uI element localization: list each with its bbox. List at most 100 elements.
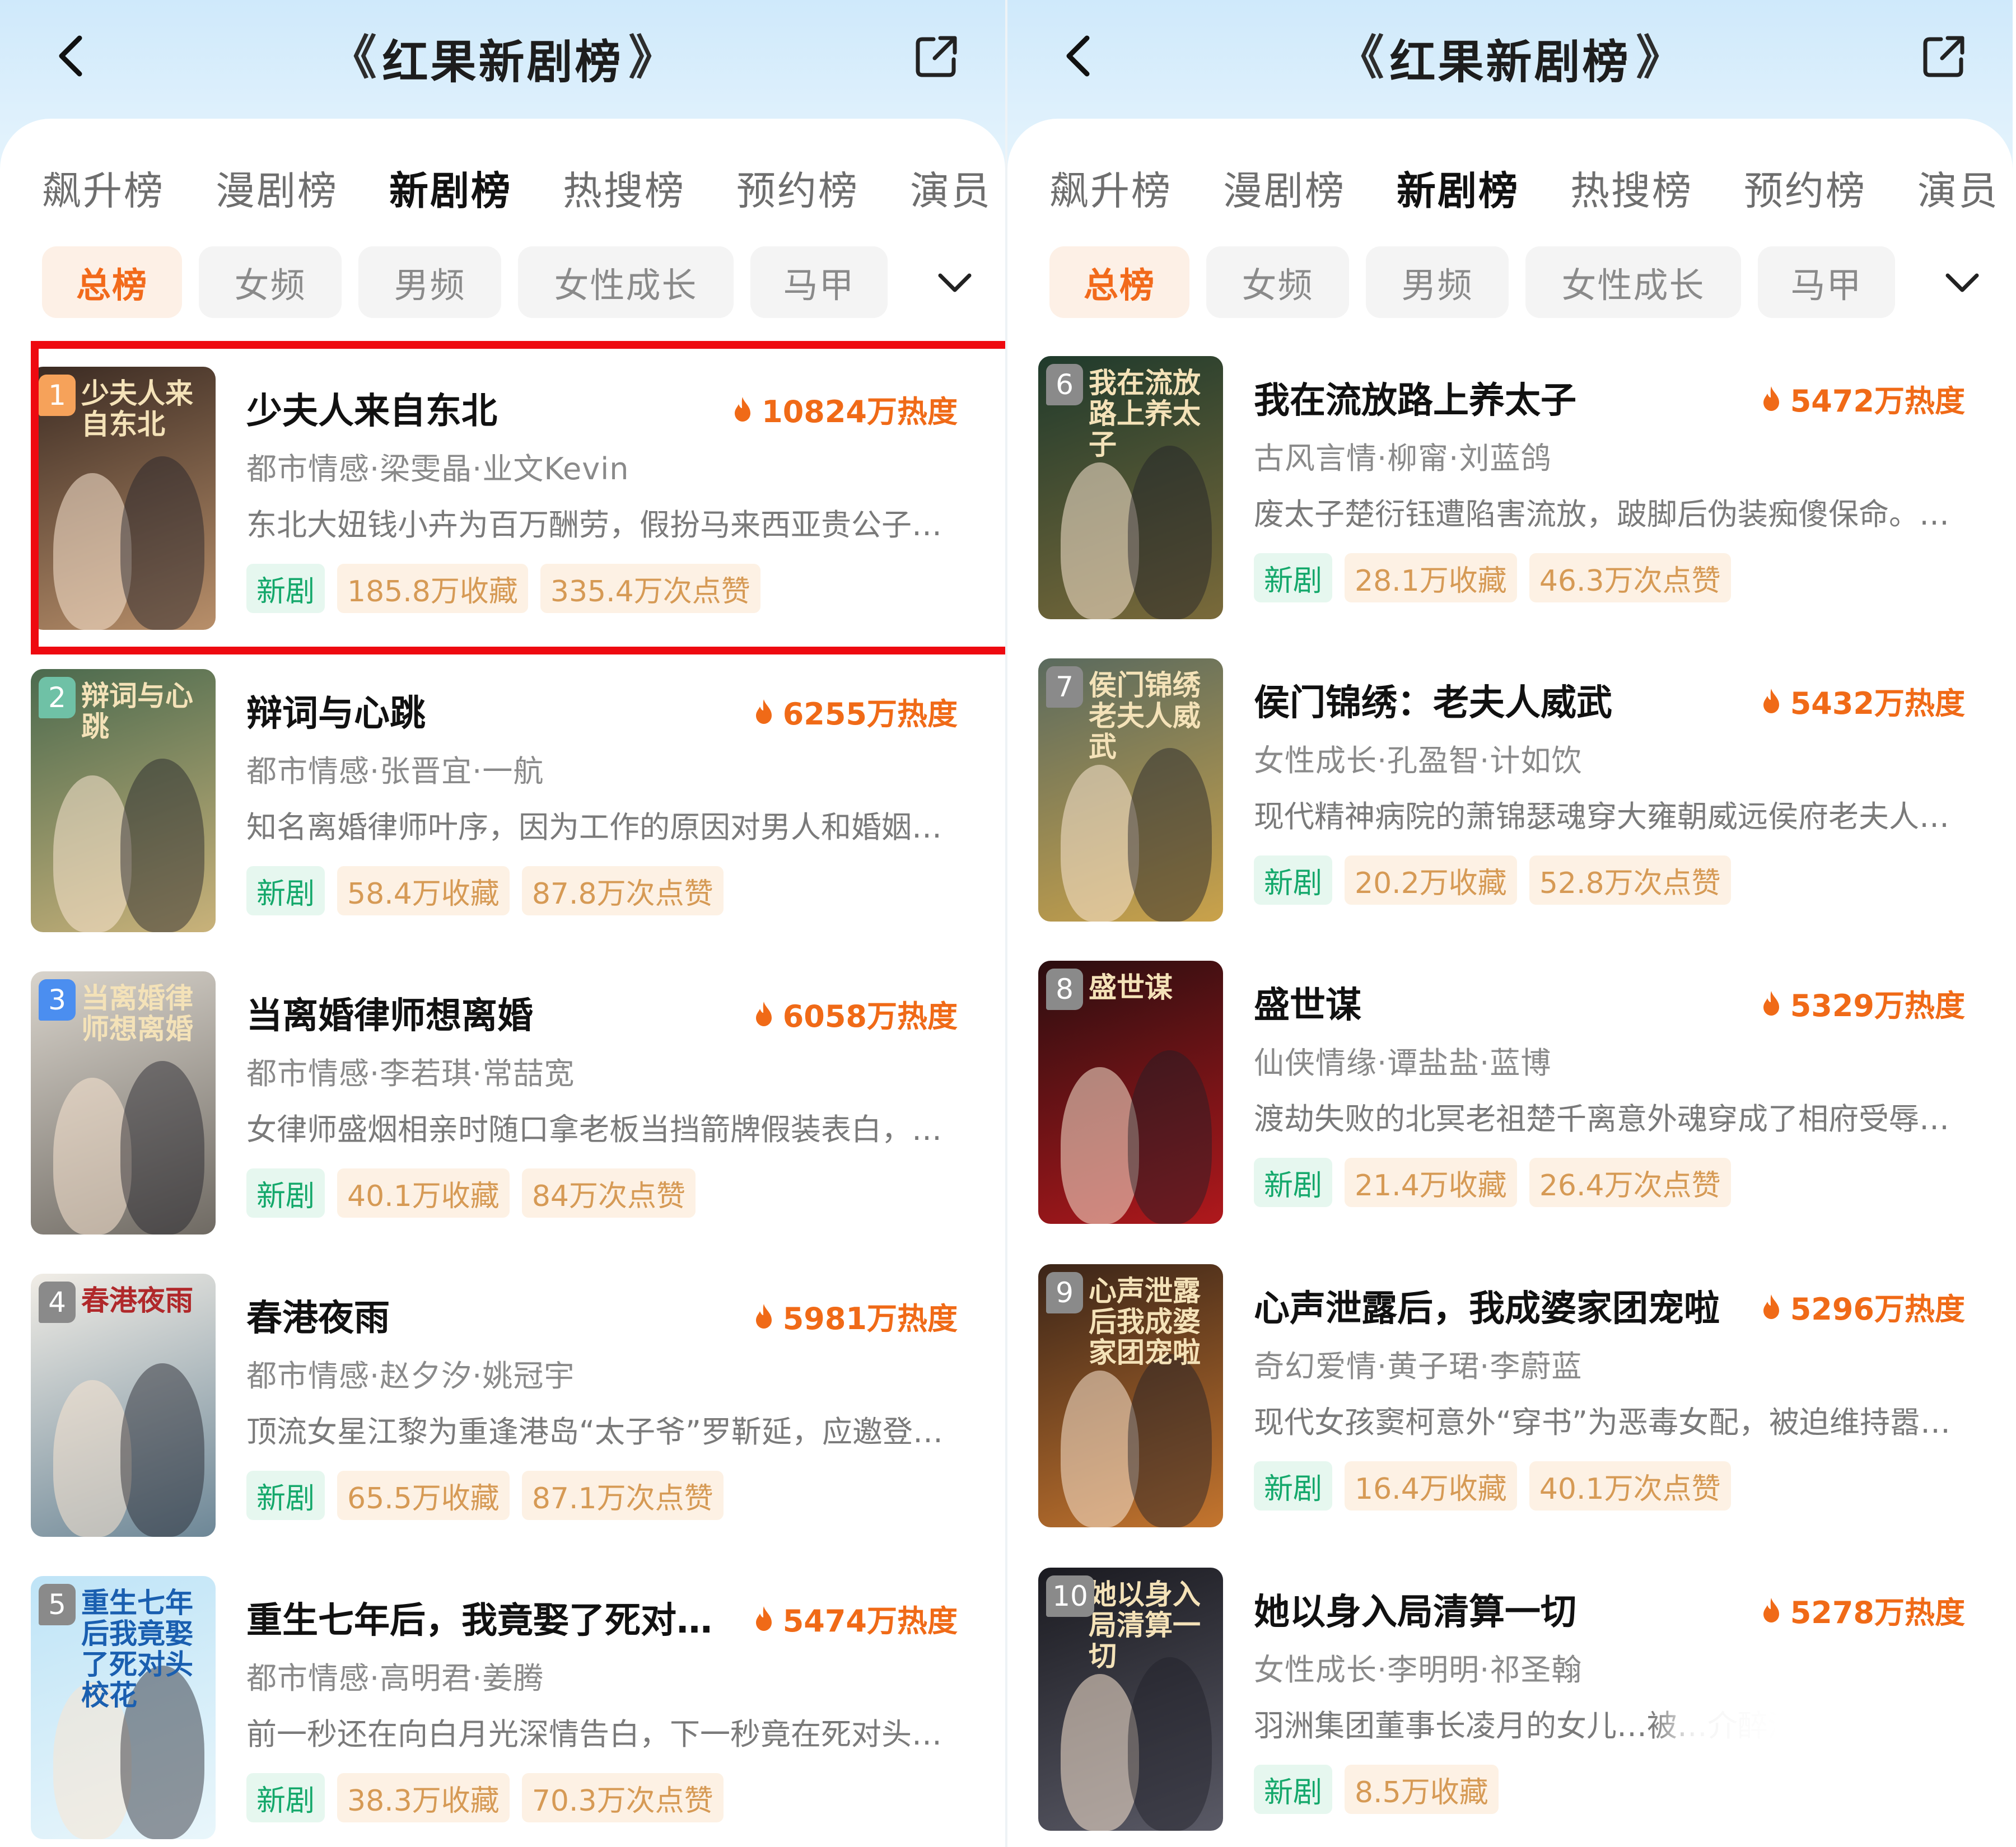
tab-2[interactable]: 漫剧榜	[216, 160, 338, 216]
drama-poster[interactable]: 她以身入局清算一切 10	[1038, 1568, 1223, 1831]
filter-chip-4[interactable]: 女性成长	[518, 246, 734, 318]
ranking-tabs: 飙升榜 漫剧榜 新剧榜 热搜榜 预约榜 演员	[1007, 148, 2013, 221]
drama-tags: 新剧 16.4万收藏 40.1万次点赞	[1254, 1461, 1743, 1511]
tab-2[interactable]: 漫剧榜	[1223, 160, 1346, 216]
synopsis: 东北大妞钱小卉为百万酬劳，假扮马来西亚贵公子…	[246, 507, 942, 543]
rank-badge: 1	[39, 375, 76, 416]
share-button[interactable]	[912, 32, 960, 81]
drama-card[interactable]: 侯门锦绣老夫人威武 7 侯门锦绣：老夫人威武 5432万热度 女性成长·孔盈智·计如饮现…	[1007, 658, 2013, 922]
drama-card[interactable]: 她以身入局清算一切 10 她以身入局清算一切 5278万热度 女性成长·李明明·祁圣翰羽…	[1007, 1568, 2013, 1831]
poster-figure	[1061, 765, 1139, 922]
drama-card[interactable]: 心声泄露后我成婆家团宠啦 9 心声泄露后，我成婆家团宠啦 5296万热度 奇幻爱情·黄子…	[1007, 1264, 2013, 1527]
filter-chip-5[interactable]: 马甲	[750, 246, 888, 318]
drama-title[interactable]: 辩词与心跳	[246, 685, 739, 736]
filter-chip-2[interactable]: 女频	[1206, 246, 1349, 318]
synopsis: 现代女孩窦柯意外“穿书”为恶毒女配，被迫维持嚣…	[1254, 1405, 1950, 1440]
drama-poster[interactable]: 少夫人来自东北 1	[31, 367, 216, 630]
heat-value: 10824万热度	[762, 394, 958, 429]
rank-badge: 8	[1046, 969, 1083, 1010]
expand-filters-button[interactable]	[1940, 260, 1985, 305]
genre-cast: 都市情感·李若琪·常喆宽	[246, 1056, 575, 1091]
drama-card[interactable]: 春港夜雨 4 春港夜雨 5981万热度 都市情感·赵夕汐·姚冠宇 顶流女星江黎为重逢港岛“…	[0, 1274, 1005, 1537]
share-icon	[1923, 36, 1964, 77]
like-count: 87.8万次点赞	[521, 866, 724, 915]
tab-6[interactable]: 演员	[910, 160, 992, 216]
expand-filters-button[interactable]	[932, 260, 977, 305]
drama-title[interactable]: 春港夜雨	[246, 1289, 739, 1341]
drama-poster[interactable]: 当离婚律师想离婚 3	[31, 971, 216, 1235]
drama-card[interactable]: 重生七年后我竟娶了死对头校花 5 重生七年后，我竟娶了死对头… 5474万热度 都市情感…	[0, 1576, 1005, 1839]
heat-value: 5981万热度	[782, 1301, 958, 1336]
filter-chip-4[interactable]: 女性成长	[1525, 246, 1741, 318]
rank-badge: 3	[39, 979, 76, 1021]
top-bar: 《红果新剧榜》	[0, 0, 1005, 119]
filter-chip-1[interactable]: 总榜	[42, 246, 182, 318]
drama-title[interactable]: 她以身入局清算一切	[1254, 1583, 1747, 1635]
flame-icon	[1763, 990, 1779, 1016]
filter-chip-5[interactable]: 马甲	[1758, 246, 1895, 318]
flame-icon	[1763, 688, 1779, 713]
drama-poster[interactable]: 心声泄露后我成婆家团宠啦 9	[1038, 1264, 1223, 1527]
drama-card[interactable]: 少夫人来自东北 1 少夫人来自东北 10824万热度 都市情感·梁雯晶·业文Kevin 东…	[0, 341, 1005, 654]
drama-poster[interactable]: 盛世谋 8	[1038, 961, 1223, 1224]
poster-figure	[53, 775, 132, 932]
drama-title[interactable]: 盛世谋	[1254, 976, 1747, 1028]
filter-chip-3[interactable]: 男频	[1366, 246, 1509, 318]
drama-poster[interactable]: 辩词与心跳 2	[31, 669, 216, 932]
tab-3[interactable]: 新剧榜	[1397, 160, 1519, 216]
chevron-down-icon	[1945, 273, 1979, 292]
drama-poster[interactable]: 我在流放路上养太子 6	[1038, 356, 1223, 619]
tab-3[interactable]: 新剧榜	[389, 160, 512, 216]
new-drama-badge: 新剧	[246, 1471, 325, 1520]
drama-info: 侯门锦绣：老夫人威武 5432万热度 女性成长·孔盈智·计如饮 现代精神病院的萧锦瑟魂…	[1254, 658, 1965, 922]
poster-figure	[1128, 1050, 1212, 1224]
tab-1[interactable]: 飙升榜	[1049, 160, 1172, 216]
poster-figure	[1061, 1067, 1139, 1224]
flame-icon	[1763, 1597, 1779, 1622]
drama-title[interactable]: 当离婚律师想离婚	[246, 987, 739, 1039]
drama-title[interactable]: 心声泄露后，我成婆家团宠啦	[1254, 1280, 1747, 1331]
poster-title-art: 盛世谋	[1089, 971, 1173, 1004]
tab-5[interactable]: 预约榜	[1744, 160, 1866, 216]
title-bracket-right: 》	[628, 30, 676, 85]
drama-card[interactable]: 当离婚律师想离婚 3 当离婚律师想离婚 6058万热度 都市情感·李若琪·常喆宽 女律师盛…	[0, 971, 1005, 1235]
synopsis: 渡劫失败的北冥老祖楚千离意外魂穿成了相府受辱…	[1254, 1101, 1949, 1137]
flame-icon	[1763, 386, 1779, 411]
tab-4[interactable]: 热搜榜	[1570, 160, 1693, 216]
rank-badge: 2	[39, 677, 76, 718]
drama-title[interactable]: 我在流放路上养太子	[1254, 372, 1747, 423]
poster-figure	[53, 1078, 132, 1235]
tab-5[interactable]: 预约榜	[736, 160, 859, 216]
drama-title[interactable]: 重生七年后，我竟娶了死对头…	[246, 1592, 739, 1643]
drama-title[interactable]: 侯门锦绣：老夫人威武	[1254, 674, 1747, 726]
like-count: 40.1万次点赞	[1529, 1461, 1731, 1511]
tab-6[interactable]: 演员	[1917, 160, 1999, 216]
poster-title-art: 侯门锦绣老夫人威武	[1089, 668, 1201, 763]
chevron-down-icon	[938, 273, 972, 292]
drama-info: 心声泄露后，我成婆家团宠啦 5296万热度 奇幻爱情·黄子珺·李蔚蓝 现代女孩窦柯意外…	[1254, 1264, 1965, 1527]
drama-card[interactable]: 盛世谋 8 盛世谋 5329万热度 仙侠情缘·谭盐盐·蓝博 渡劫失败的北冥老祖楚千离意外魂…	[1007, 961, 2013, 1224]
drama-poster[interactable]: 侯门锦绣老夫人威武 7	[1038, 658, 1223, 922]
title-bracket-left: 《	[329, 30, 377, 85]
like-count: 84万次点赞	[521, 1168, 696, 1218]
drama-card[interactable]: 辩词与心跳 2 辩词与心跳 6255万热度 都市情感·张晋宜·一航 知名离婚律师叶序，因为…	[0, 669, 1005, 932]
tab-1[interactable]: 飙升榜	[42, 160, 165, 216]
tab-4[interactable]: 热搜榜	[563, 160, 685, 216]
genre-cast: 女性成长·李明明·祁圣翰	[1254, 1652, 1583, 1687]
drama-poster[interactable]: 春港夜雨 4	[31, 1274, 216, 1537]
filter-chip-2[interactable]: 女频	[199, 246, 342, 318]
drama-tags: 新剧 20.2万收藏 52.8万次点赞	[1254, 855, 1743, 905]
drama-card[interactable]: 我在流放路上养太子 6 我在流放路上养太子 5472万热度 古风言情·柳甯·刘蓝鸽 废太子…	[1007, 356, 2013, 619]
heat-value: 6058万热度	[782, 999, 958, 1034]
share-button[interactable]	[1920, 32, 1968, 81]
heat-score: 5474万热度	[753, 1596, 958, 1640]
filter-chip-1[interactable]: 总榜	[1049, 246, 1189, 318]
poster-figure	[1061, 1674, 1139, 1831]
heat-score: 5432万热度	[1760, 679, 1965, 723]
collect-count: 40.1万收藏	[337, 1168, 510, 1218]
drama-title[interactable]: 少夫人来自东北	[246, 382, 739, 434]
poster-title-art: 春港夜雨	[81, 1284, 193, 1317]
filter-chip-3[interactable]: 男频	[358, 246, 501, 318]
drama-tags: 新剧 28.1万收藏 46.3万次点赞	[1254, 553, 1743, 602]
drama-poster[interactable]: 重生七年后我竟娶了死对头校花 5	[31, 1576, 216, 1839]
